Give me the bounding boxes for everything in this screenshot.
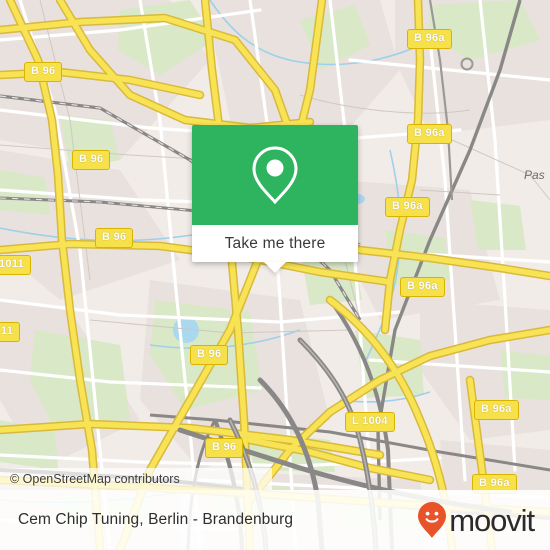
road-shield: B 96 [24,62,63,82]
place-label: Pas [524,168,545,182]
map-screenshot: B 96 B 96 B 96 B 96 B 96 1011 11 B 96a B 96a B 96… [0,0,550,550]
road-shield: B 96a [400,277,445,297]
road-shield: B 96 [190,345,229,365]
road-shield: B 96a [385,197,430,217]
footer-bar: Cem Chip Tuning, Berlin - Brandenburg mo… [0,490,550,550]
road-shield: L 1004 [345,412,395,432]
poi-title: Cem Chip Tuning, Berlin - Brandenburg [18,511,294,528]
road-shield: B 96a [407,29,452,49]
road-shield: B 96 [205,438,244,458]
road-shield: B 96a [407,124,452,144]
road-shield: B 96 [72,150,111,170]
location-pin-icon [252,146,298,205]
callout-pointer-tail [264,262,286,273]
callout-card-action[interactable]: Take me there [192,225,358,273]
callout-card-header [192,125,358,225]
moovit-brand[interactable]: moovit [417,501,535,539]
moovit-wordmark: moovit [449,502,535,538]
road-shield: 1011 [0,255,32,275]
take-me-there-label: Take me there [224,234,326,252]
moovit-smiley-pin-icon [418,502,447,538]
road-shield: 11 [0,322,21,342]
road-shield: B 96 [95,228,134,248]
destination-callout-card[interactable]: Take me there [192,125,358,273]
map-attribution[interactable]: © OpenStreetMap contributors [0,468,272,490]
road-shield: B 96a [474,400,519,420]
attribution-text: © OpenStreetMap contributors [10,472,180,486]
